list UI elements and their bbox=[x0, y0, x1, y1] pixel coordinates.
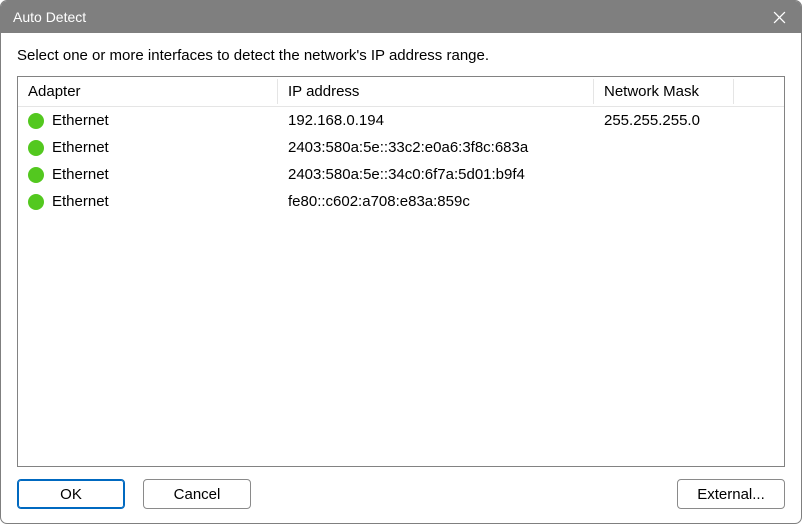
instruction-text: Select one or more interfaces to detect … bbox=[17, 47, 785, 64]
button-row: OK Cancel External... bbox=[15, 473, 787, 511]
adapter-name: Ethernet bbox=[52, 166, 109, 183]
adapter-name: Ethernet bbox=[52, 139, 109, 156]
cell-ip: 2403:580a:5e::33c2:e0a6:3f8c:683a bbox=[278, 139, 594, 156]
interfaces-list[interactable]: Adapter IP address Network Mask Ethernet… bbox=[17, 76, 785, 467]
status-dot-icon bbox=[28, 167, 44, 183]
status-dot-icon bbox=[28, 113, 44, 129]
header-mask[interactable]: Network Mask bbox=[594, 79, 734, 104]
cell-adapter: Ethernet bbox=[18, 166, 278, 183]
close-icon bbox=[773, 11, 786, 24]
window-title: Auto Detect bbox=[13, 9, 86, 25]
adapter-name: Ethernet bbox=[52, 112, 109, 129]
header-spacer bbox=[734, 88, 784, 96]
titlebar: Auto Detect bbox=[1, 1, 801, 33]
header-ip[interactable]: IP address bbox=[278, 79, 594, 104]
cell-adapter: Ethernet bbox=[18, 139, 278, 156]
status-dot-icon bbox=[28, 194, 44, 210]
ok-button[interactable]: OK bbox=[17, 479, 125, 509]
adapter-name: Ethernet bbox=[52, 193, 109, 210]
table-row[interactable]: Ethernet 2403:580a:5e::33c2:e0a6:3f8c:68… bbox=[18, 134, 784, 161]
list-header: Adapter IP address Network Mask bbox=[18, 77, 784, 107]
cancel-button[interactable]: Cancel bbox=[143, 479, 251, 509]
cell-ip: 2403:580a:5e::34c0:6f7a:5d01:b9f4 bbox=[278, 166, 594, 183]
table-row[interactable]: Ethernet fe80::c602:a708:e83a:859c bbox=[18, 188, 784, 215]
cell-ip: fe80::c602:a708:e83a:859c bbox=[278, 193, 594, 210]
table-row[interactable]: Ethernet 192.168.0.194 255.255.255.0 bbox=[18, 107, 784, 134]
cell-adapter: Ethernet bbox=[18, 112, 278, 129]
dialog-body: Select one or more interfaces to detect … bbox=[1, 33, 801, 523]
list-rows: Ethernet 192.168.0.194 255.255.255.0 Eth… bbox=[18, 107, 784, 466]
status-dot-icon bbox=[28, 140, 44, 156]
cell-adapter: Ethernet bbox=[18, 193, 278, 210]
cell-mask: 255.255.255.0 bbox=[594, 112, 734, 129]
external-button[interactable]: External... bbox=[677, 479, 785, 509]
cell-ip: 192.168.0.194 bbox=[278, 112, 594, 129]
header-adapter[interactable]: Adapter bbox=[18, 79, 278, 104]
dialog-window: Auto Detect Select one or more interface… bbox=[0, 0, 802, 524]
table-row[interactable]: Ethernet 2403:580a:5e::34c0:6f7a:5d01:b9… bbox=[18, 161, 784, 188]
close-button[interactable] bbox=[769, 7, 789, 27]
